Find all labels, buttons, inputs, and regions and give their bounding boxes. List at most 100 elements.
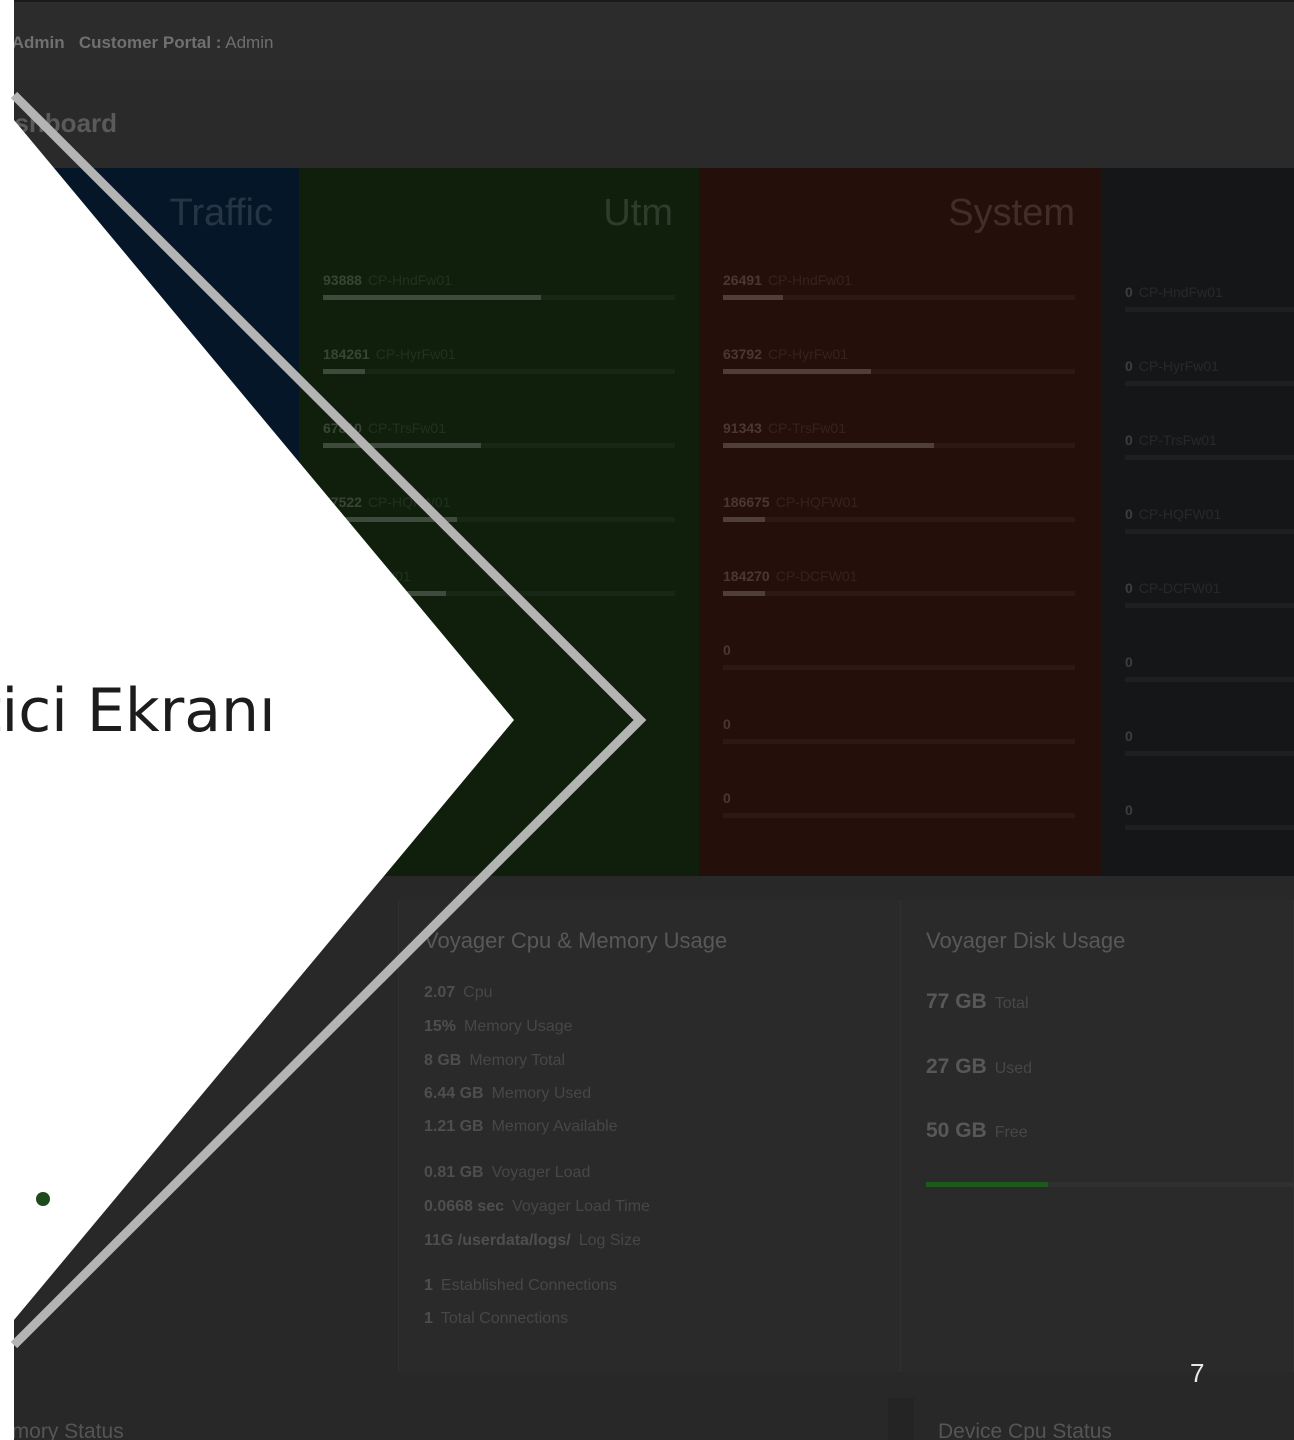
page-title: ashboard xyxy=(0,108,118,138)
system-row-bar-track xyxy=(723,813,1075,818)
cpu-stat-label: Memory Used xyxy=(491,1085,592,1102)
disk-progress-track xyxy=(926,1182,1294,1187)
fourth-row-device: CP-TrsFw01 xyxy=(1138,432,1217,448)
system-row: 0 xyxy=(723,790,1075,864)
system-row-value: 0 xyxy=(723,716,731,732)
utm-row-device: CP-HndFw01 xyxy=(367,272,452,288)
system-row-bar-track xyxy=(723,517,1075,522)
fourth-row: 0 xyxy=(1125,802,1294,876)
system-row: 0 xyxy=(723,716,1075,790)
system-row-value: 0 xyxy=(723,642,731,658)
cpu-stat-value: 15% xyxy=(424,1018,457,1035)
cpu-stat-value: 6.44 GB xyxy=(424,1085,484,1102)
fourth-row: 0 CP-HyrFw01 xyxy=(1125,358,1294,432)
utm-row: CP-DCFW01 xyxy=(323,568,675,642)
status-dot xyxy=(36,1192,50,1206)
role-label: : Admin xyxy=(2,33,65,52)
cpu-stat: 15% Memory Usage xyxy=(424,1018,573,1036)
utm-row-bar-fill xyxy=(323,591,447,596)
cpu-stat-value: 0.0668 sec xyxy=(424,1198,505,1215)
fourth-row-device: CP-HndFw01 xyxy=(1138,284,1223,300)
fourth-row: 0 CP-DCFW01 xyxy=(1125,580,1294,654)
fourth-row-bar-track xyxy=(1125,751,1294,756)
utm-row-bar-fill xyxy=(323,443,482,448)
disk-free-label: Free xyxy=(994,1124,1028,1141)
utm-row-bar-track xyxy=(323,369,675,374)
utm-row-device: CP-HyrFw01 xyxy=(375,346,456,362)
utm-panel-title: Utm xyxy=(603,192,673,234)
utm-panel: Utm 93888 CP-HndFw01 184261 CP-HyrFw01 67810… xyxy=(299,168,699,876)
system-row-bar-track xyxy=(723,739,1075,744)
cpu-stat-value: 8 GB xyxy=(424,1052,462,1069)
cpu-stat-value: 2.07 xyxy=(424,984,456,1001)
fourth-row-device: CP-DCFW01 xyxy=(1138,580,1221,596)
utm-row-bar-track xyxy=(323,443,675,448)
card-gap xyxy=(888,1398,914,1440)
cpu-card-title: Voyager Cpu & Memory Usage xyxy=(424,928,728,953)
system-row-bar-track xyxy=(723,665,1075,670)
system-panel: System 26491 CP-HndFw01 63792 CP-HyrFw01 913… xyxy=(699,168,1101,876)
cpu-stat: 6.44 GB Memory Used xyxy=(424,1085,591,1103)
traffic-panel: Traffic xyxy=(0,168,299,876)
utm-row: 93888 CP-HndFw01 xyxy=(323,272,675,346)
traffic-panel-title: Traffic xyxy=(169,192,273,234)
cpu-stat: 2.07 Cpu xyxy=(424,984,493,1002)
utm-row-device: CP-HQFW01 xyxy=(367,494,451,510)
system-row-bar-fill xyxy=(723,591,766,596)
system-row: 186675 CP-HQFW01 xyxy=(723,494,1075,568)
cpu-stat-label: Memory Total xyxy=(469,1052,566,1069)
system-row-bar-track xyxy=(723,591,1075,596)
disk-used-label: Used xyxy=(994,1060,1033,1077)
top-header: : Admin Customer Portal : Admin xyxy=(0,0,1294,80)
utm-row-bar-track xyxy=(323,295,675,300)
system-row-device: CP-DCFW01 xyxy=(775,568,858,584)
fourth-row-bar-track xyxy=(1125,825,1294,830)
utm-row-bar-track xyxy=(323,517,675,522)
title-bar: ashboard xyxy=(0,80,1294,168)
disk-free: 50 GB Free xyxy=(926,1119,1028,1143)
cpu-stat-value: 11G /userdata/logs/ xyxy=(424,1232,571,1249)
cpu-stat: 0.0668 sec Voyager Load Time xyxy=(424,1198,650,1216)
disk-used-value: 27 GB xyxy=(926,1055,987,1078)
system-row-value: 186675 xyxy=(723,494,770,510)
system-row-bar-fill xyxy=(723,369,871,374)
slide-title: tici Ekranı xyxy=(0,676,276,746)
fourth-row: 0 xyxy=(1125,654,1294,728)
utm-row-bar-fill xyxy=(323,369,366,374)
utm-row: 184261 CP-HyrFw01 xyxy=(323,346,675,420)
utm-row: 57522 CP-HQFW01 xyxy=(323,494,675,568)
system-row: 91343 CP-TrsFw01 xyxy=(723,420,1075,494)
cpu-stat-value: 1 xyxy=(424,1310,433,1327)
disk-total-value: 77 GB xyxy=(926,990,987,1013)
fourth-row: 0 xyxy=(1125,728,1294,802)
utm-row: 67810 CP-TrsFw01 xyxy=(323,420,675,494)
fourth-row-bar-track xyxy=(1125,677,1294,682)
system-row-bar-fill xyxy=(723,295,783,300)
fourth-row-value: 0 xyxy=(1125,358,1133,374)
cpu-stat: 11G /userdata/logs/Log Size xyxy=(424,1232,641,1250)
cpu-stat: 1 Established Connections xyxy=(424,1277,617,1295)
lower-section: Voyager Cpu & Memory Usage 2.07 Cpu 15% Mem… xyxy=(0,876,1294,1440)
system-row: 184270 CP-DCFW01 xyxy=(723,568,1075,642)
utm-row-value: 184261 xyxy=(323,346,370,362)
disk-total: 77 GB Total xyxy=(926,990,1029,1014)
cpu-stat-label: Total Connections xyxy=(440,1310,569,1327)
fourth-row: 0 CP-HndFw01 xyxy=(1125,284,1294,358)
cpu-stat: 1 Total Connections xyxy=(424,1310,568,1328)
fourth-row-value: 0 xyxy=(1125,432,1133,448)
cpu-stat-label: Memory Available xyxy=(491,1118,618,1135)
system-row-value: 184270 xyxy=(723,568,770,584)
slide-page-number: 7 xyxy=(1190,1358,1205,1388)
disk-progress-fill xyxy=(926,1182,1048,1187)
disk-used: 27 GB Used xyxy=(926,1055,1032,1079)
cpu-stat-value: 1 xyxy=(424,1277,433,1294)
fourth-row-value: 0 xyxy=(1125,506,1133,522)
fourth-row-value: 0 xyxy=(1125,802,1133,818)
utm-rows: 93888 CP-HndFw01 184261 CP-HyrFw01 67810 CP-T… xyxy=(323,272,675,642)
portal-label: Customer Portal : xyxy=(78,33,222,52)
system-row-value: 91343 xyxy=(723,420,762,436)
fourth-rows: 0 CP-HndFw01 0 CP-HyrFw01 0 CP-TrsFw01 0 CP-HQF… xyxy=(1125,284,1294,876)
fourth-row-value: 0 xyxy=(1125,728,1133,744)
system-row-device: CP-HyrFw01 xyxy=(767,346,849,362)
memory-status-title: emory Status xyxy=(0,1420,124,1440)
